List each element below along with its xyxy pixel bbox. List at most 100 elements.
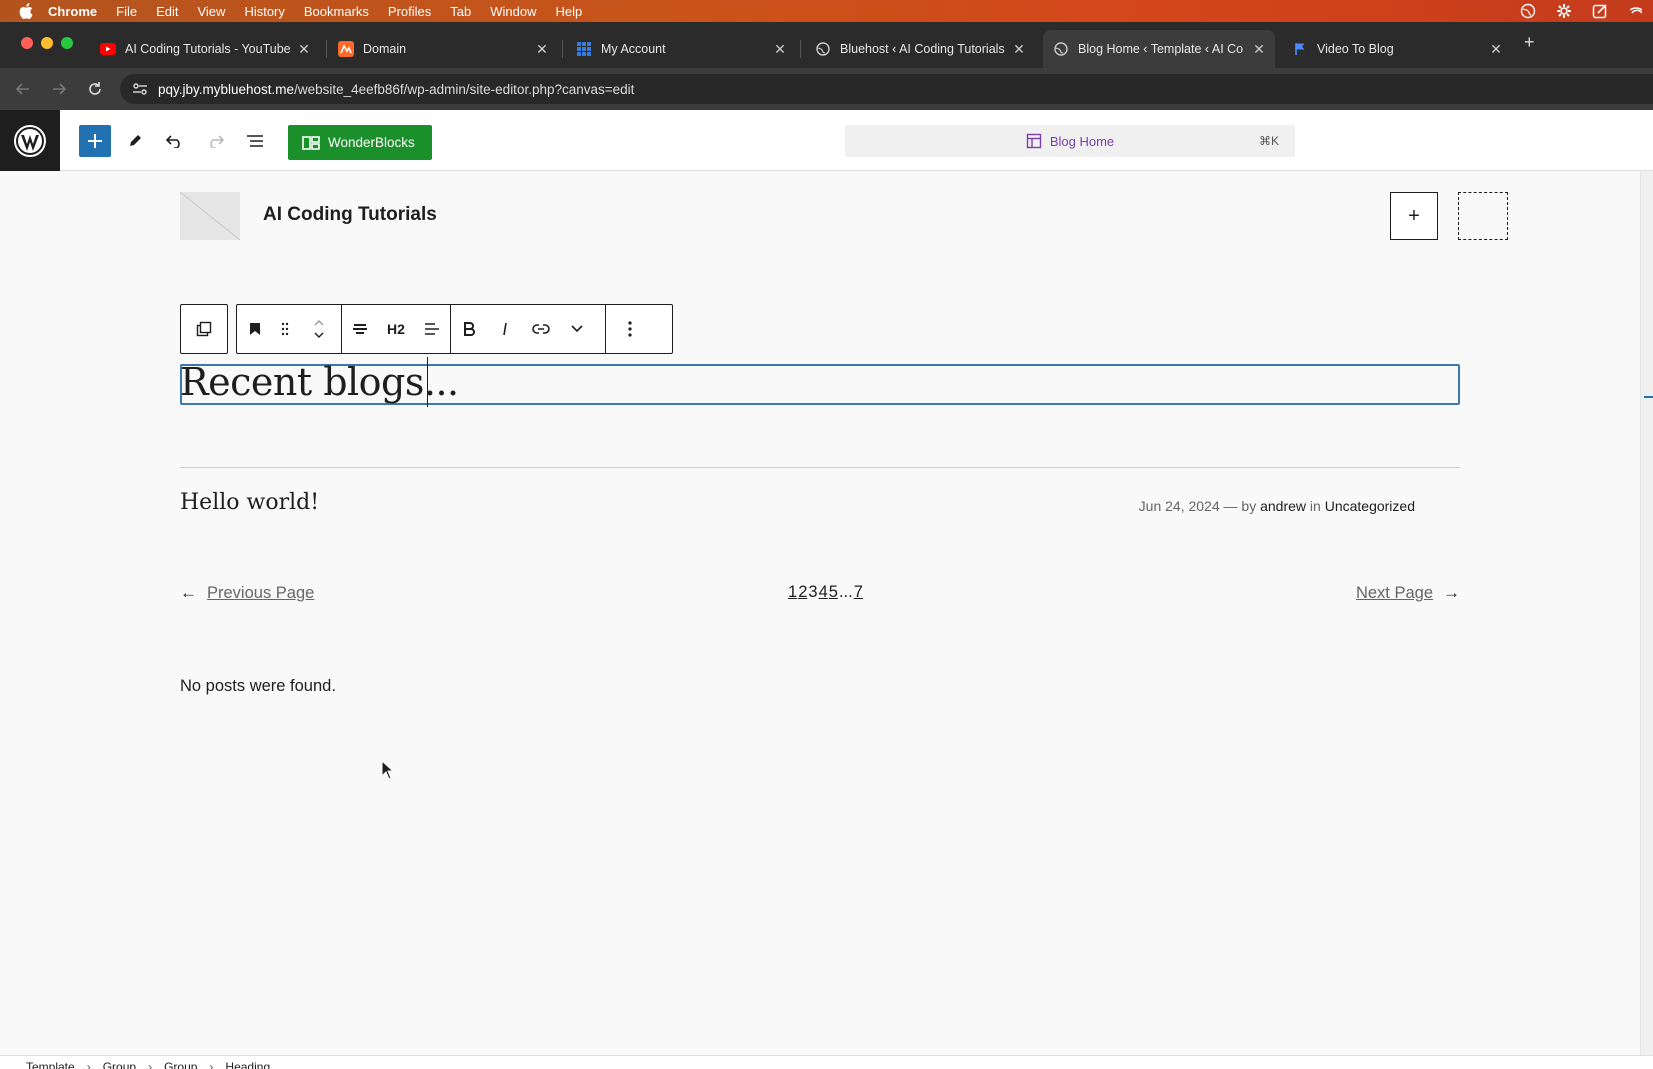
command-palette-button[interactable]: Blog Home ⌘K [845, 125, 1295, 157]
tools-pencil-icon[interactable] [119, 125, 151, 157]
close-tab-icon[interactable]: ✕ [534, 41, 550, 58]
post-category-link[interactable]: Uncategorized [1325, 498, 1415, 514]
options-kebab-icon[interactable] [606, 305, 654, 353]
browser-tab-strip: AI Coding Tutorials - YouTube ✕ Domain ✕… [0, 22, 1653, 68]
empty-block-placeholder[interactable] [1458, 192, 1508, 240]
redo-icon[interactable] [199, 125, 231, 157]
heading-level-button[interactable]: H2 [378, 305, 414, 353]
tab-video-to-blog[interactable]: Video To Blog ✕ [1282, 30, 1512, 68]
post-title-link[interactable]: Hello world! [180, 490, 319, 515]
tab-title: Bluehost ‹ AI Coding Tutorials [840, 42, 1005, 56]
page-number-link[interactable]: 5 [829, 583, 838, 602]
menu-profiles[interactable]: Profiles [388, 4, 431, 19]
globe-icon [815, 41, 831, 57]
post-meta: Jun 24, 2024 — by andrew in Uncategorize… [1139, 498, 1415, 514]
close-tab-icon[interactable]: ✕ [1011, 41, 1027, 58]
move-up-down-icon[interactable] [297, 305, 341, 353]
close-tab-icon[interactable]: ✕ [1251, 41, 1267, 58]
close-tab-icon[interactable]: ✕ [772, 41, 788, 58]
zoom-window-button[interactable] [61, 37, 73, 49]
document-overview-icon[interactable] [239, 125, 271, 157]
arrow-left-icon: ← [180, 583, 197, 602]
tab-bluehost[interactable]: Bluehost ‹ AI Coding Tutorials ✕ [805, 30, 1035, 68]
editor-canvas[interactable]: AI Coding Tutorials + H2 Recent blogs...… [0, 171, 1640, 1055]
reload-icon[interactable] [84, 78, 106, 100]
heading-block[interactable]: Recent blogs... [180, 360, 459, 404]
page-number-link[interactable]: 2 [798, 583, 807, 602]
tab-title: My Account [601, 42, 666, 56]
italic-icon[interactable] [487, 305, 523, 353]
layout-template-icon [1026, 133, 1042, 149]
site-logo-placeholder[interactable] [180, 192, 240, 240]
status-globe-icon[interactable] [1519, 3, 1537, 19]
bookmark-icon[interactable] [237, 305, 273, 353]
apple-icon[interactable] [18, 3, 34, 19]
breadcrumb-chevron-icon: › [86, 1060, 91, 1069]
block-breadcrumb: Template › Group › Group › Heading [0, 1055, 1653, 1069]
breadcrumb-group[interactable]: Group [164, 1060, 197, 1069]
drag-handle-icon[interactable] [273, 305, 297, 353]
tab-youtube[interactable]: AI Coding Tutorials - YouTube ✕ [90, 30, 320, 68]
page-number-link[interactable]: 1 [788, 583, 797, 602]
menu-file[interactable]: File [116, 4, 137, 19]
post-author-link[interactable]: andrew [1260, 498, 1306, 514]
post-in-label: in [1309, 498, 1321, 514]
address-bar[interactable]: pqy.jby.mybluehost.me/website_4eefb86f/w… [120, 74, 1653, 104]
tab-domain[interactable]: Domain ✕ [328, 30, 558, 68]
minimize-window-button[interactable] [41, 37, 53, 49]
text-caret [427, 357, 428, 407]
pagination-numbers: 1 2 3 4 5 ... 7 [788, 583, 863, 602]
status-gear-icon[interactable] [1555, 3, 1573, 19]
next-page-link[interactable]: Next Page → [1356, 583, 1460, 603]
wonderblocks-label: WonderBlocks [328, 135, 415, 150]
previous-page-link[interactable]: ← Previous Page [180, 583, 314, 603]
tab-title: AI Coding Tutorials - YouTube [125, 42, 291, 56]
menu-tab[interactable]: Tab [450, 4, 471, 19]
url-host: pqy.jby.mybluehost.me [158, 81, 295, 97]
back-arrow-icon[interactable] [12, 78, 34, 100]
breadcrumb-group[interactable]: Group [103, 1060, 136, 1069]
bold-icon[interactable] [451, 305, 487, 353]
forward-arrow-icon[interactable] [48, 78, 70, 100]
select-parent-icon[interactable] [181, 305, 227, 353]
post-date[interactable]: Jun 24, 2024 [1139, 498, 1220, 514]
add-block-plus-icon[interactable]: + [1390, 192, 1438, 240]
separator [180, 467, 1460, 468]
breadcrumb-heading[interactable]: Heading [225, 1060, 270, 1069]
command-label: Blog Home [1049, 133, 1115, 149]
more-formats-chevron-icon[interactable] [559, 305, 595, 353]
wifi-icon[interactable] [1627, 3, 1645, 19]
status-note-icon[interactable] [1591, 3, 1609, 19]
page-ellipsis: ... [838, 583, 853, 601]
menu-view[interactable]: View [197, 4, 225, 19]
menu-bookmarks[interactable]: Bookmarks [304, 4, 369, 19]
undo-icon[interactable] [159, 125, 191, 157]
menu-window[interactable]: Window [490, 4, 536, 19]
close-tab-icon[interactable]: ✕ [1488, 41, 1504, 58]
wonderblocks-button[interactable]: WonderBlocks [288, 125, 432, 160]
menu-chrome[interactable]: Chrome [48, 4, 97, 19]
wordpress-logo-icon[interactable] [0, 110, 60, 171]
text-align-center-icon[interactable] [342, 305, 378, 353]
new-tab-plus-icon[interactable]: + [1524, 32, 1535, 53]
youtube-icon [100, 41, 116, 57]
align-left-icon[interactable] [414, 305, 450, 353]
command-shortcut: ⌘K [1258, 134, 1279, 148]
tab-blog-home[interactable]: Blog Home ‹ Template ‹ AI Co ✕ [1043, 30, 1275, 68]
close-window-button[interactable] [21, 37, 33, 49]
flag-icon [1292, 41, 1308, 57]
menu-help[interactable]: Help [556, 4, 583, 19]
arrow-right-icon: → [1443, 583, 1460, 602]
menu-edit[interactable]: Edit [156, 4, 178, 19]
page-number-link[interactable]: 4 [819, 583, 828, 602]
block-inserter-button[interactable] [79, 125, 111, 157]
close-tab-icon[interactable]: ✕ [296, 41, 312, 58]
site-title[interactable]: AI Coding Tutorials [263, 204, 437, 226]
page-number-link[interactable]: 7 [854, 583, 863, 602]
site-settings-icon[interactable] [130, 79, 150, 99]
tab-my-account[interactable]: My Account ✕ [566, 30, 796, 68]
menu-history[interactable]: History [244, 4, 284, 19]
breadcrumb-template[interactable]: Template [26, 1060, 75, 1069]
link-icon[interactable] [523, 305, 559, 353]
block-toolbar: H2 [236, 304, 673, 354]
